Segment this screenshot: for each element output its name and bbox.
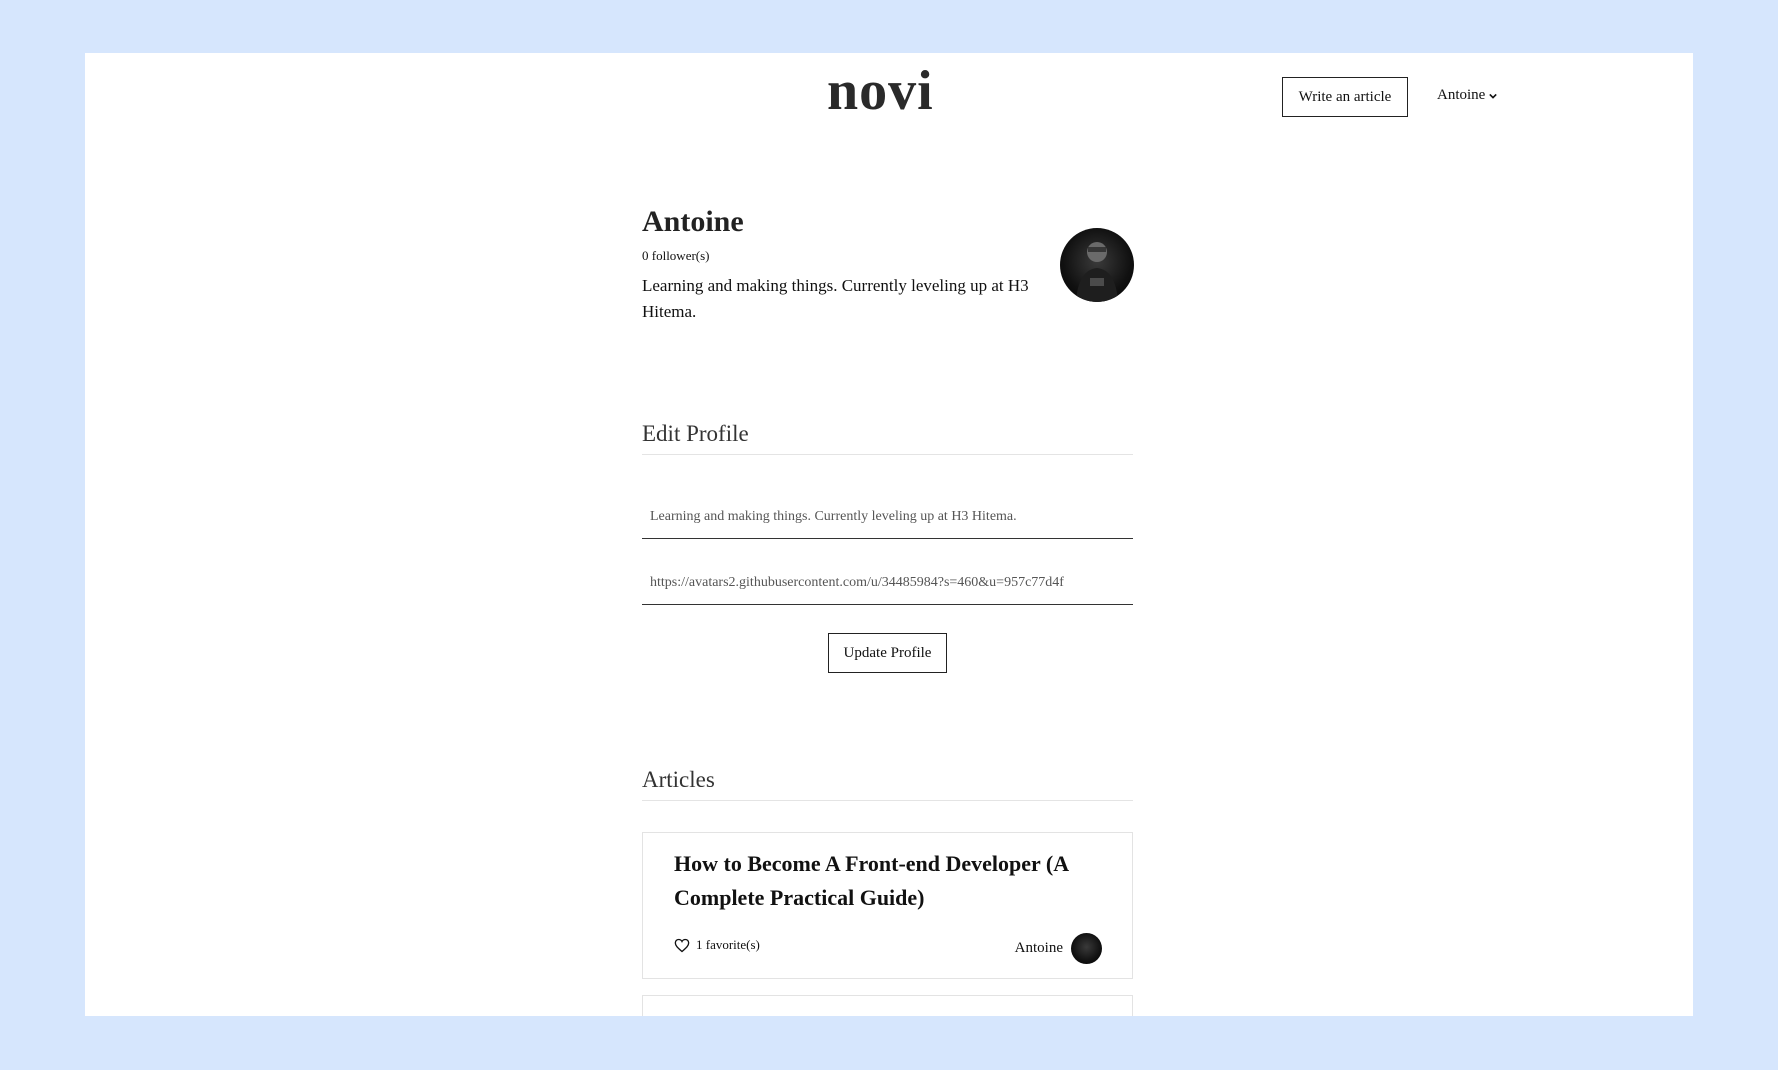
edit-profile-heading: Edit Profile xyxy=(642,421,749,446)
profile-avatar xyxy=(1060,228,1134,302)
article-title[interactable]: How to Become A Front-end Developer (A C… xyxy=(674,847,1114,915)
articles-heading: Articles xyxy=(642,767,715,792)
profile-name: Antoine xyxy=(642,205,744,238)
user-menu-label: Antoine xyxy=(1437,87,1486,103)
article-author[interactable]: Antoine xyxy=(1015,933,1102,964)
chevron-down-icon xyxy=(1489,93,1498,99)
update-profile-button[interactable]: Update Profile xyxy=(828,633,947,673)
article-author-name: Antoine xyxy=(1014,940,1063,956)
page-container: novi Write an article Antoine Antoine 0 … xyxy=(85,53,1693,1016)
heart-icon xyxy=(674,938,690,952)
avatar-url-input[interactable] xyxy=(642,561,1133,605)
author-avatar xyxy=(1071,933,1102,964)
edit-profile-divider xyxy=(642,454,1133,455)
favorite-count: 1 favorite(s) xyxy=(696,937,760,952)
avatar-photo-icon xyxy=(1076,242,1118,302)
article-card[interactable]: How to Become A Front-end Developer (A C… xyxy=(642,832,1133,979)
profile-bio: Learning and making things. Currently le… xyxy=(642,276,1029,321)
site-logo[interactable]: novi xyxy=(827,63,934,119)
followers-count: 0 follower(s) xyxy=(642,248,710,263)
bio-input[interactable] xyxy=(642,495,1133,539)
write-article-button[interactable]: Write an article xyxy=(1282,77,1408,117)
favorite-button[interactable]: 1 favorite(s) xyxy=(674,937,760,953)
article-card[interactable] xyxy=(642,995,1133,1016)
user-menu[interactable]: Antoine xyxy=(1437,87,1498,104)
articles-divider xyxy=(642,800,1133,801)
